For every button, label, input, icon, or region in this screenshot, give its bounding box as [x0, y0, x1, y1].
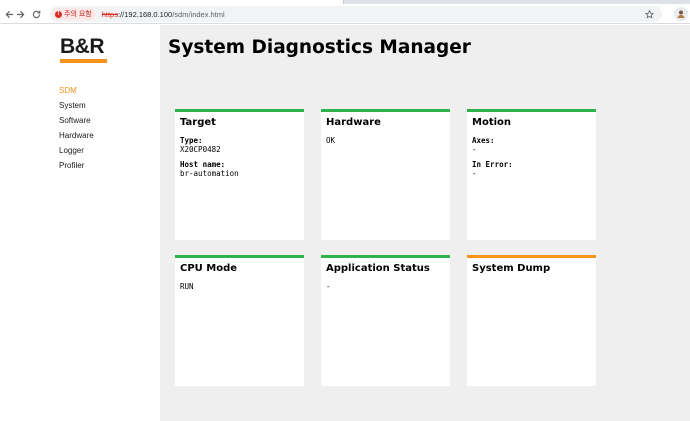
card-title: Hardware: [326, 117, 381, 128]
star-icon[interactable]: [642, 7, 656, 21]
left-panel: B&R SDM System Software Hardware Logger …: [0, 25, 160, 421]
field-value: br-automation: [180, 169, 239, 178]
url-host: ://192.168.0.100: [117, 9, 173, 19]
field-value: X20CP0482: [180, 145, 221, 154]
page-title: System Diagnostics Manager: [168, 37, 471, 58]
card-title: System Dump: [472, 263, 551, 274]
security-label: 주의 요함: [64, 11, 92, 18]
reload-icon[interactable]: [28, 6, 44, 22]
status-text: OK: [326, 136, 336, 145]
profile-avatar-icon[interactable]: [674, 7, 688, 21]
sidebar-item-sdm[interactable]: SDM: [59, 83, 94, 98]
card-target[interactable]: Target Type: X20CP0482 Host name: br-aut…: [175, 109, 304, 240]
url-path: /sdm/index.html: [172, 9, 225, 19]
logo-underline: [60, 59, 107, 63]
brand-logo[interactable]: B&R: [60, 35, 108, 63]
card-title: Motion: [472, 117, 512, 128]
address-bar[interactable]: ! 주의 요함 https://192.168.0.100/sdm/index.…: [50, 6, 662, 22]
sidebar-item-hardware[interactable]: Hardware: [59, 128, 94, 143]
browser-toolbar: ! 주의 요함 https://192.168.0.100/sdm/index.…: [0, 4, 690, 24]
card-title: CPU Mode: [180, 263, 238, 274]
sidebar-item-system[interactable]: System: [59, 98, 94, 113]
url-scheme: https: [101, 9, 118, 19]
status-text: RUN: [180, 282, 194, 291]
field-value: -: [472, 145, 477, 154]
card-hardware[interactable]: Hardware OK: [321, 109, 450, 240]
card-title: Target: [180, 117, 216, 128]
field-label: In Error:: [472, 160, 513, 169]
security-warning-chip[interactable]: ! 주의 요함: [52, 8, 96, 20]
side-nav: SDM System Software Hardware Logger Prof…: [59, 83, 94, 173]
warning-icon: !: [55, 10, 62, 18]
page: B&R SDM System Software Hardware Logger …: [0, 25, 690, 421]
card-title: Application Status: [326, 263, 430, 274]
field-label: Host name:: [180, 160, 226, 169]
url-text[interactable]: https://192.168.0.100/sdm/index.html: [102, 10, 225, 19]
card-cpu-mode[interactable]: CPU Mode RUN: [175, 255, 304, 386]
status-text: -: [326, 282, 331, 291]
card-system-dump[interactable]: System Dump: [467, 255, 596, 386]
logo-text: B&R: [60, 35, 105, 58]
card-motion[interactable]: Motion Axes: - In Error: -: [467, 109, 596, 240]
sidebar-item-profiler[interactable]: Profiler: [59, 158, 94, 173]
field-label: Axes:: [472, 136, 495, 145]
card-application-status[interactable]: Application Status -: [321, 255, 450, 386]
field-label: Type:: [180, 136, 203, 145]
field-value: -: [472, 169, 477, 178]
sidebar-item-logger[interactable]: Logger: [59, 143, 94, 158]
arrow-right-icon[interactable]: [12, 6, 28, 22]
sidebar-item-software[interactable]: Software: [59, 113, 94, 128]
